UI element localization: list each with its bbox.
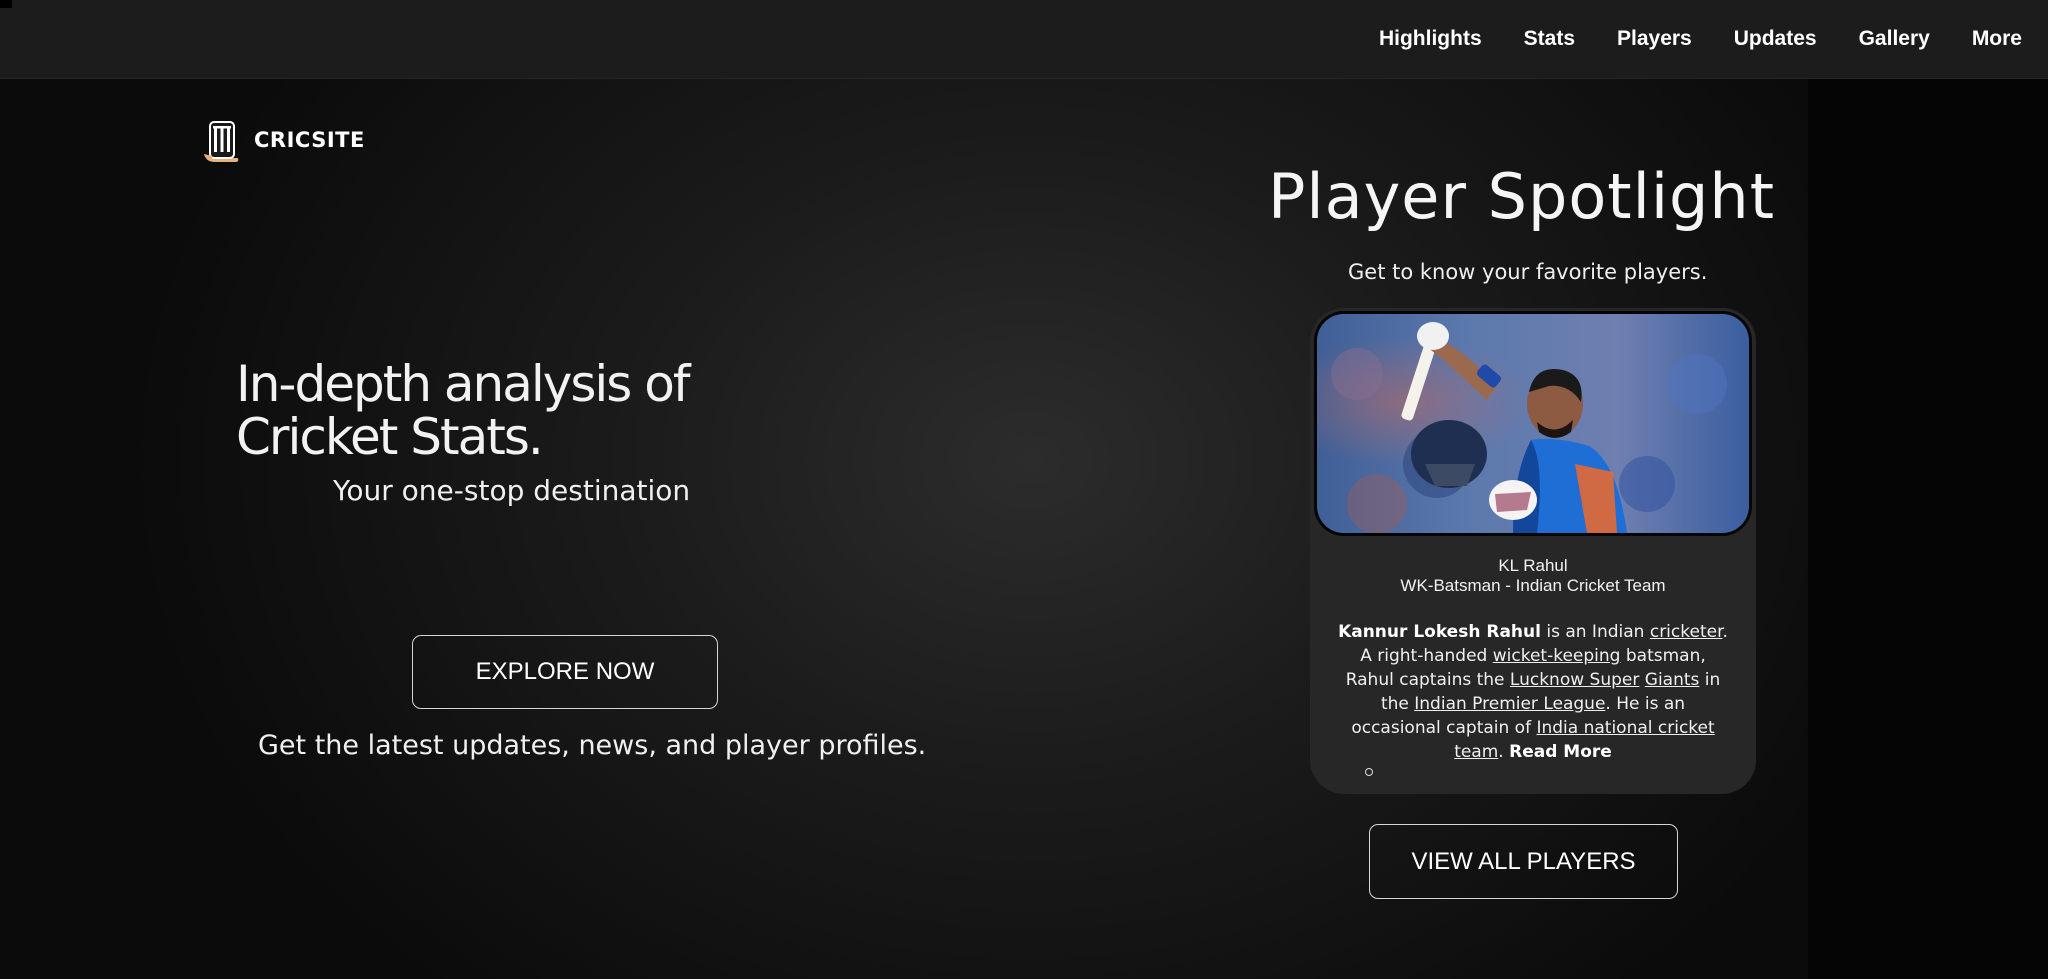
hero-title: In-depth analysis of Cricket Stats. — [236, 355, 690, 466]
page: Highlights Stats Players Updates Gallery… — [0, 0, 2048, 979]
link-giants[interactable]: Giants — [1645, 670, 1700, 690]
hero-description: Get the latest updates, news, and player… — [258, 730, 927, 761]
spotlight-title: Player Spotlight — [1268, 160, 1776, 233]
nav-stats[interactable]: Stats — [1524, 27, 1575, 51]
player-bio: Kannur Lokesh Rahul is an Indian cricket… — [1334, 620, 1732, 764]
site-logo[interactable]: CRICSITE — [202, 118, 365, 162]
nav-highlights[interactable]: Highlights — [1379, 27, 1482, 51]
top-navbar: Highlights Stats Players Updates Gallery… — [0, 0, 2048, 79]
link-lucknow-super[interactable]: Lucknow Super — [1510, 670, 1639, 690]
view-all-players-button[interactable]: VIEW ALL PLAYERS — [1369, 824, 1678, 899]
link-indian-premier-league[interactable]: Indian Premier League — [1414, 694, 1605, 714]
nav-more[interactable]: More — [1972, 27, 2022, 51]
bio-text-7: . — [1498, 742, 1510, 762]
right-edge-panel — [1808, 78, 2048, 979]
corner-mark — [0, 0, 12, 8]
link-wicket-keeping[interactable]: wicket-keeping — [1493, 646, 1621, 666]
read-more-link[interactable]: Read More — [1509, 742, 1612, 762]
hero-title-line-2: Cricket Stats. — [236, 408, 544, 466]
bio-text-1: is an Indian — [1540, 622, 1650, 642]
spotlight-subtitle: Get to know your favorite players. — [1348, 260, 1708, 284]
link-cricketer[interactable]: cricketer — [1650, 622, 1723, 642]
nav-gallery[interactable]: Gallery — [1859, 27, 1930, 51]
list-bullet — [1365, 768, 1373, 776]
cricket-stumps-icon — [204, 121, 239, 162]
player-photo-art — [1317, 314, 1749, 533]
nav-updates[interactable]: Updates — [1734, 27, 1817, 51]
hero-title-line-1: In-depth analysis of — [236, 355, 690, 413]
player-photo — [1314, 311, 1752, 536]
player-role: WK-Batsman - Indian Cricket Team — [1400, 576, 1666, 595]
nav-players[interactable]: Players — [1617, 27, 1692, 51]
player-name: KL Rahul — [1498, 556, 1568, 575]
bio-full-name: Kannur Lokesh Rahul — [1338, 622, 1541, 642]
hero-subtitle: Your one-stop destination — [333, 474, 691, 507]
main-nav: Highlights Stats Players Updates Gallery… — [1337, 0, 2022, 78]
logo-text: CRICSITE — [254, 128, 365, 152]
explore-now-button[interactable]: EXPLORE NOW — [412, 635, 718, 709]
